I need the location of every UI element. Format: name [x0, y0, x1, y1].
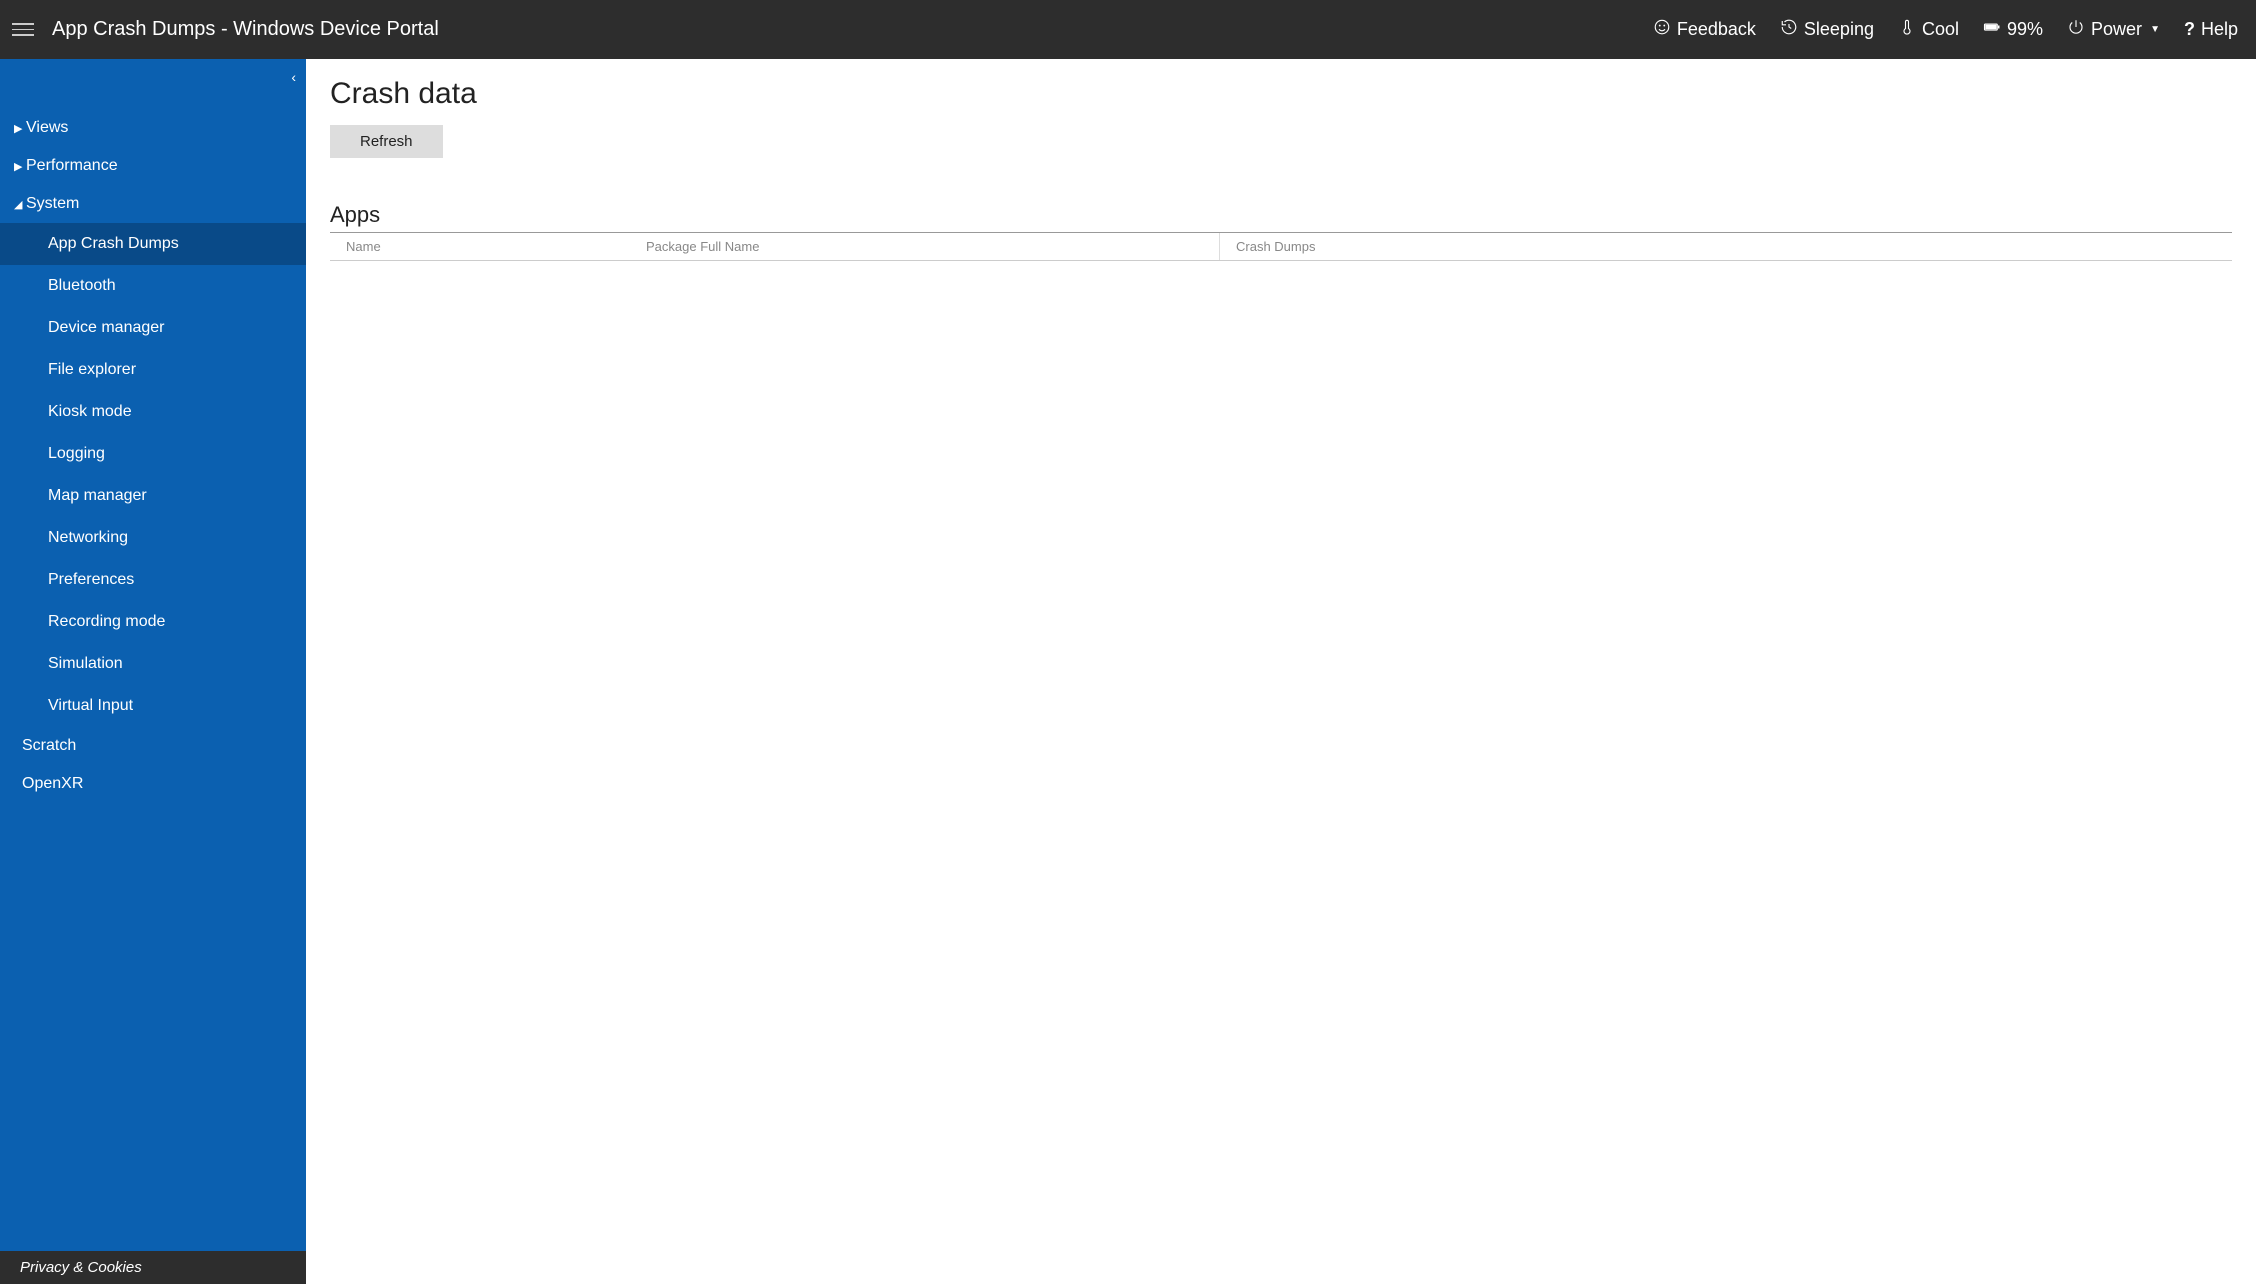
nav-map-manager[interactable]: Map manager: [0, 475, 306, 517]
nav-kiosk-mode[interactable]: Kiosk mode: [0, 391, 306, 433]
sleeping-status[interactable]: Sleeping: [1780, 18, 1874, 41]
nav-preferences[interactable]: Preferences: [0, 559, 306, 601]
sidebar-collapse-icon[interactable]: ‹: [291, 69, 296, 85]
feedback-label: Feedback: [1677, 19, 1756, 40]
feedback-button[interactable]: Feedback: [1653, 18, 1756, 41]
power-menu[interactable]: Power ▼: [2067, 18, 2160, 41]
nav-virtual-input[interactable]: Virtual Input: [0, 685, 306, 727]
privacy-cookies-link[interactable]: Privacy & Cookies: [0, 1251, 306, 1284]
body-container: ‹ ▶ Views ▶ Performance ◢ System App Cra…: [0, 59, 2256, 1284]
nav-views-label: Views: [26, 119, 68, 137]
thermometer-icon: [1898, 18, 1916, 41]
nav-app-crash-dumps[interactable]: App Crash Dumps: [0, 223, 306, 265]
cool-label: Cool: [1922, 19, 1959, 40]
sidebar: ‹ ▶ Views ▶ Performance ◢ System App Cra…: [0, 59, 306, 1284]
column-header-crash[interactable]: Crash Dumps: [1220, 233, 2232, 260]
history-icon: [1780, 18, 1798, 41]
nav-performance[interactable]: ▶ Performance: [0, 147, 306, 185]
nav-device-manager[interactable]: Device manager: [0, 307, 306, 349]
nav-openxr[interactable]: OpenXR: [0, 765, 306, 803]
refresh-button[interactable]: Refresh: [330, 125, 443, 158]
nav-views[interactable]: ▶ Views: [0, 109, 306, 147]
nav-performance-label: Performance: [26, 157, 118, 175]
power-label: Power: [2091, 19, 2142, 40]
smile-icon: [1653, 18, 1671, 41]
nav-scratch[interactable]: Scratch: [0, 727, 306, 765]
battery-status[interactable]: 99%: [1983, 18, 2043, 41]
apps-table-header: Name Package Full Name Crash Dumps: [330, 233, 2232, 260]
column-header-package[interactable]: Package Full Name: [630, 233, 1220, 260]
apps-table: Name Package Full Name Crash Dumps: [330, 232, 2232, 261]
battery-label: 99%: [2007, 19, 2043, 40]
main-heading: Crash data: [330, 77, 2232, 111]
sidebar-nav: ▶ Views ▶ Performance ◢ System App Crash…: [0, 59, 306, 1251]
hamburger-icon[interactable]: [12, 19, 34, 41]
nav-logging[interactable]: Logging: [0, 433, 306, 475]
header-actions: Feedback Sleeping Cool 99% Power ▼: [1653, 18, 2238, 41]
help-label: Help: [2201, 19, 2238, 40]
page-title: App Crash Dumps - Windows Device Portal: [52, 18, 1653, 41]
battery-icon: [1983, 18, 2001, 41]
sleeping-label: Sleeping: [1804, 19, 1874, 40]
nav-system[interactable]: ◢ System: [0, 185, 306, 223]
nav-simulation[interactable]: Simulation: [0, 643, 306, 685]
apps-heading: Apps: [330, 202, 2232, 228]
help-button[interactable]: ? Help: [2184, 19, 2238, 40]
nav-system-label: System: [26, 195, 79, 213]
nav-recording-mode[interactable]: Recording mode: [0, 601, 306, 643]
header-bar: App Crash Dumps - Windows Device Portal …: [0, 0, 2256, 59]
power-icon: [2067, 18, 2085, 41]
main-content: Crash data Refresh Apps Name Package Ful…: [306, 59, 2256, 1284]
caret-down-icon: ◢: [14, 198, 26, 211]
temperature-status[interactable]: Cool: [1898, 18, 1959, 41]
nav-bluetooth[interactable]: Bluetooth: [0, 265, 306, 307]
nav-networking[interactable]: Networking: [0, 517, 306, 559]
column-header-name[interactable]: Name: [330, 233, 630, 260]
nav-file-explorer[interactable]: File explorer: [0, 349, 306, 391]
caret-right-icon: ▶: [14, 122, 26, 135]
question-icon: ?: [2184, 19, 2195, 40]
chevron-down-icon: ▼: [2150, 24, 2160, 35]
caret-right-icon: ▶: [14, 160, 26, 173]
